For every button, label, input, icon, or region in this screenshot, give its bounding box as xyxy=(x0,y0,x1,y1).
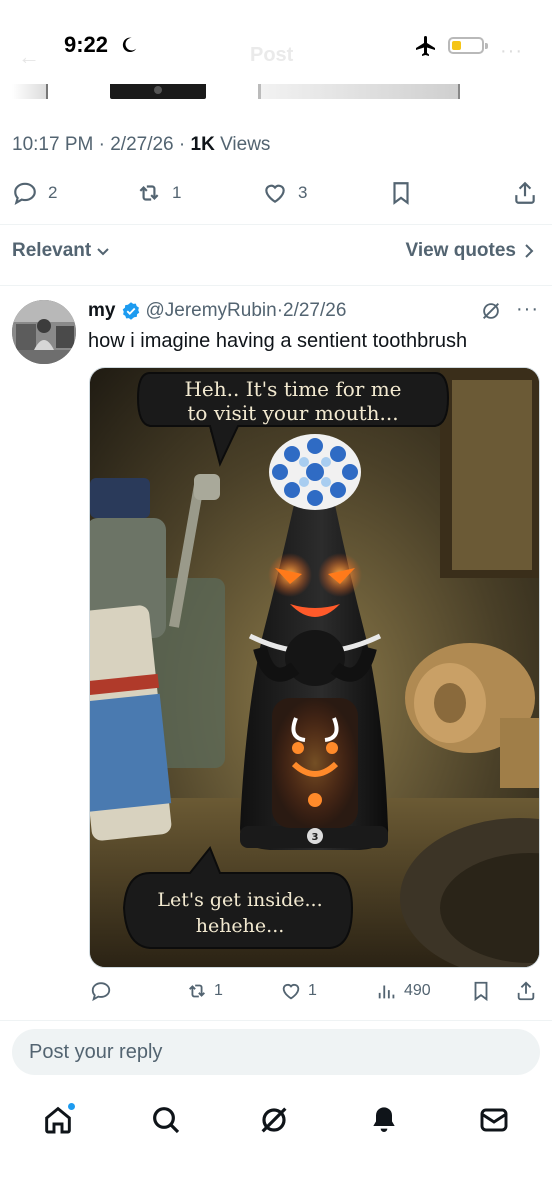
reply-reply-button[interactable] xyxy=(90,980,112,1002)
more-options-icon[interactable]: ··· xyxy=(516,298,539,321)
post-action-bar: 2 1 3 xyxy=(0,172,552,216)
post-date: 2/27/26 xyxy=(110,134,174,155)
grok-icon[interactable] xyxy=(480,300,502,322)
repost-icon xyxy=(189,984,205,998)
nav-notifications[interactable] xyxy=(366,1102,402,1138)
home-indicator xyxy=(206,1176,346,1181)
repost-button[interactable]: 1 xyxy=(136,180,181,206)
sort-row: Relevant View quotes xyxy=(0,224,552,278)
reply-like-button[interactable]: 1 xyxy=(280,980,317,1002)
moon-icon xyxy=(122,37,137,53)
share-icon xyxy=(515,181,535,204)
airplane-mode-icon xyxy=(416,36,435,56)
reply-count: 2 xyxy=(48,183,58,202)
view-quotes-label: View quotes xyxy=(405,240,516,261)
reply-composer xyxy=(0,1020,552,1082)
reply-text: how i imagine having a sentient toothbru… xyxy=(88,330,468,352)
reply-image[interactable]: 3 Heh.. It's time for me to visit your m… xyxy=(89,367,540,968)
reply-share-button[interactable] xyxy=(515,980,537,1002)
verified-badge-icon xyxy=(123,302,140,320)
notifications-icon xyxy=(373,1107,395,1132)
reply-views-count: 490 xyxy=(404,982,431,999)
bookmark-icon xyxy=(393,182,409,205)
bubble-top-line2: to visit your mouth... xyxy=(187,401,398,425)
nav-messages[interactable] xyxy=(476,1102,512,1138)
status-time: 9:22 xyxy=(64,32,109,57)
header-more-icon[interactable]: ··· xyxy=(500,40,523,63)
like-count: 3 xyxy=(298,183,308,202)
analytics-icon xyxy=(378,985,395,999)
repost-count: 1 xyxy=(172,183,182,202)
divider xyxy=(0,285,552,286)
reply-author-line: my @JeremyRubin · 2/27/26 xyxy=(88,300,347,322)
reply-bookmark-button[interactable] xyxy=(470,980,492,1002)
reply-date: 2/27/26 xyxy=(283,300,347,321)
chevron-right-icon xyxy=(525,244,534,258)
view-quotes-button[interactable]: View quotes xyxy=(405,240,536,262)
bubble-bottom-line1: Let's get inside... xyxy=(157,889,322,911)
heart-icon xyxy=(265,184,285,203)
battery-icon xyxy=(448,37,488,54)
reply-button[interactable]: 2 xyxy=(12,180,57,206)
repost-icon xyxy=(139,185,159,201)
heart-icon xyxy=(282,983,300,1000)
post-meta: 10:17 PM · 2/27/26 · 1K Views xyxy=(12,134,271,155)
nav-home[interactable] xyxy=(40,1102,76,1138)
relevant-label: Relevant xyxy=(12,240,92,261)
reply-action-bar: 1 1 490 xyxy=(0,978,552,1008)
author-name[interactable]: my xyxy=(88,300,115,322)
reply-input[interactable] xyxy=(12,1029,540,1075)
share-button[interactable] xyxy=(512,180,538,206)
bubble-bottom-line2: hehehe... xyxy=(196,915,285,937)
bookmark-button[interactable] xyxy=(388,180,414,206)
nav-search[interactable] xyxy=(148,1102,184,1138)
reply-views-button[interactable]: 490 xyxy=(376,980,431,1002)
like-button[interactable]: 3 xyxy=(262,180,307,206)
home-notification-dot xyxy=(67,1102,76,1111)
post-time: 10:17 PM xyxy=(12,134,94,155)
bookmark-icon xyxy=(474,981,488,1002)
nav-grok[interactable] xyxy=(256,1102,292,1138)
messages-icon xyxy=(480,1108,508,1132)
mode-label: 3 xyxy=(312,832,319,843)
share-icon xyxy=(517,981,535,1001)
grok-icon xyxy=(261,1107,287,1133)
back-arrow-icon[interactable]: ← xyxy=(18,44,40,70)
bubble-top-line1: Heh.. It's time for me xyxy=(184,377,401,401)
post-views-label: Views xyxy=(220,134,271,155)
post-views-count[interactable]: 1K xyxy=(191,134,215,155)
reply-icon xyxy=(14,182,36,205)
relevant-sort-button[interactable]: Relevant xyxy=(12,240,111,262)
reply-like-count: 1 xyxy=(308,982,317,999)
search-icon xyxy=(153,1107,180,1134)
bottom-nav xyxy=(0,1088,552,1152)
reply-repost-count: 1 xyxy=(214,982,223,999)
avatar[interactable] xyxy=(12,300,76,364)
author-handle[interactable]: @JeremyRubin xyxy=(145,300,276,322)
reply-repost-button[interactable]: 1 xyxy=(186,980,223,1002)
chevron-down-icon xyxy=(97,248,109,256)
status-bar: ← 9:22 Post ··· xyxy=(0,0,552,88)
header-title: Post xyxy=(250,44,294,66)
previous-media-strip xyxy=(0,84,552,100)
reply-icon xyxy=(91,982,111,1002)
